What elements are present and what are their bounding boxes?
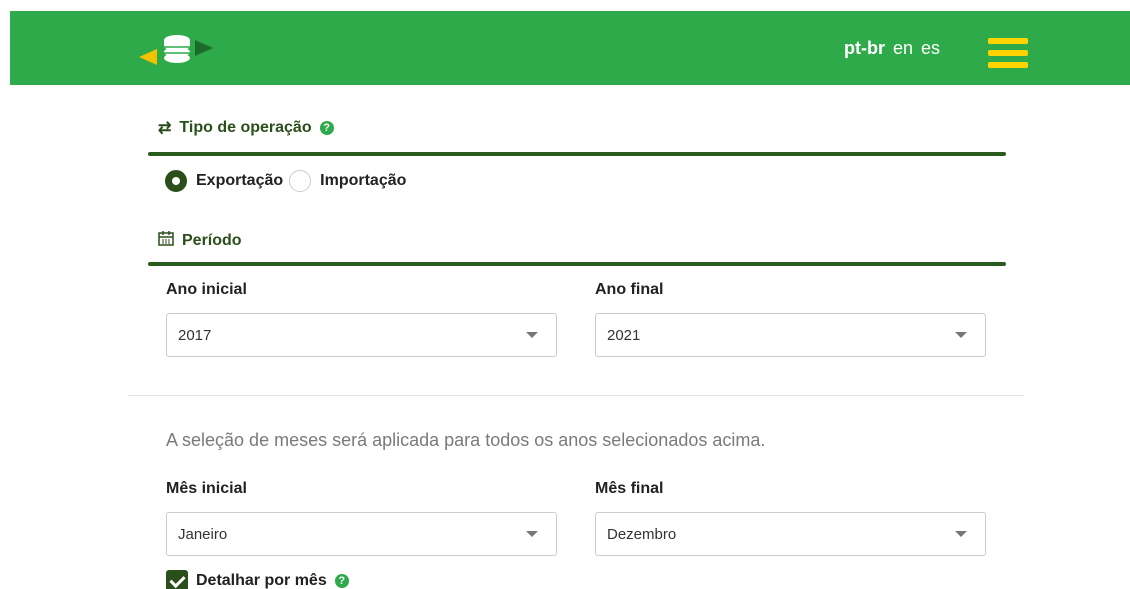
chevron-down-icon (526, 531, 538, 537)
end-year-label: Ano final (595, 281, 664, 298)
lang-en[interactable]: en (893, 38, 913, 59)
end-month-label: Mês final (595, 480, 664, 497)
operation-title: Tipo de operação (179, 119, 312, 136)
chevron-down-icon (526, 332, 538, 338)
start-year-value: 2017 (178, 326, 212, 344)
hamburger-icon[interactable] (988, 38, 1028, 72)
months-note: A seleção de meses será aplicada para to… (166, 430, 766, 450)
radio-importacao[interactable] (289, 170, 312, 192)
detail-by-month-checkbox[interactable] (166, 570, 188, 589)
language-switcher: pt-br en es (844, 38, 940, 59)
divider (128, 395, 1024, 396)
radio-exportacao-label[interactable]: Exportação (196, 172, 283, 190)
operation-radio-group: Exportação Importação (165, 170, 406, 192)
end-year-select[interactable]: 2021 (595, 313, 986, 357)
lang-es[interactable]: es (921, 38, 940, 59)
top-navbar: pt-br en es (10, 11, 1130, 85)
end-month-value: Dezembro (607, 525, 677, 543)
start-month-label: Mês inicial (166, 480, 247, 497)
period-title: Período (182, 231, 242, 249)
start-year-label: Ano inicial (166, 281, 247, 298)
start-year-select[interactable]: 2017 (166, 313, 557, 357)
radio-importacao-label[interactable]: Importação (320, 172, 406, 190)
coin-stack-arrows-icon[interactable] (137, 28, 217, 70)
chevron-down-icon (955, 531, 967, 537)
question-circle-icon[interactable]: ? (319, 121, 334, 135)
calendar-icon (158, 230, 174, 251)
operation-section-title: ⇄ Tipo de operação ? (158, 118, 334, 138)
end-year-value: 2021 (607, 326, 641, 344)
section-divider (148, 152, 1006, 156)
question-circle-icon[interactable]: ? (334, 574, 349, 588)
radio-exportacao[interactable] (165, 170, 187, 192)
section-divider (148, 262, 1006, 266)
detail-by-month-row: Detalhar por mês ? (166, 570, 349, 589)
detail-by-month-label[interactable]: Detalhar por mês (196, 572, 327, 589)
period-section-title: Período (158, 230, 242, 251)
end-month-select[interactable]: Dezembro (595, 512, 986, 556)
start-month-value: Janeiro (178, 525, 228, 543)
lang-pt-br[interactable]: pt-br (844, 38, 885, 59)
chevron-down-icon (955, 332, 967, 338)
start-month-select[interactable]: Janeiro (166, 512, 557, 556)
exchange-arrows-icon: ⇄ (158, 120, 172, 137)
